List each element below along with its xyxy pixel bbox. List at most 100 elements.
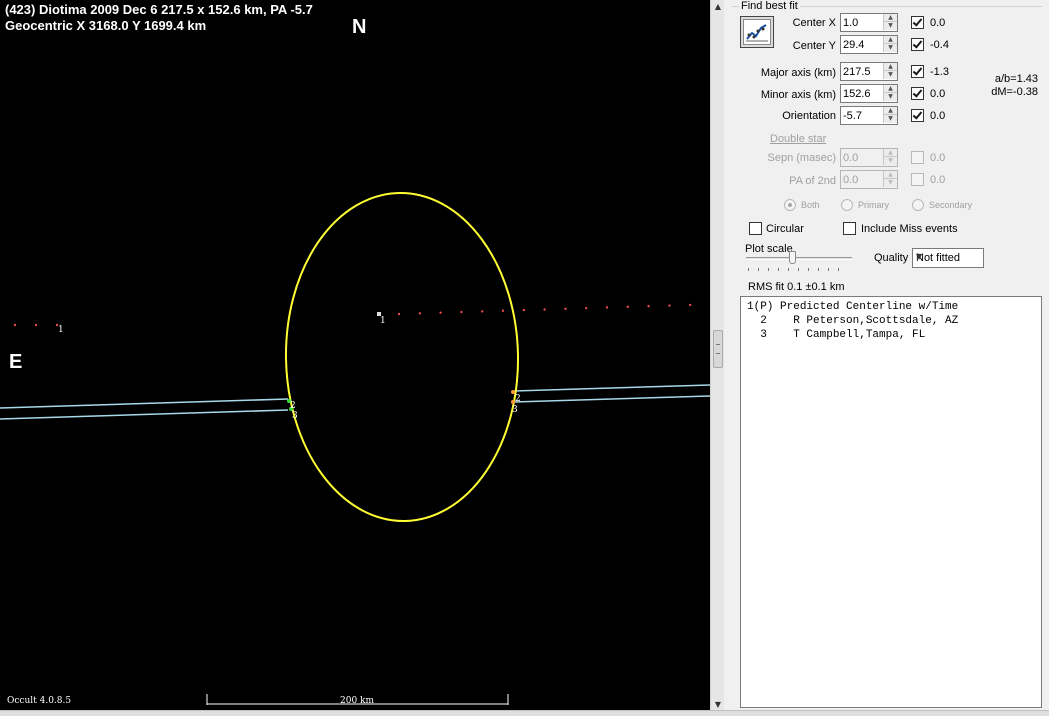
minor-axis-field[interactable]: ▲▼	[840, 84, 898, 103]
spin-down-icon[interactable]: ▼	[883, 115, 897, 123]
spin-down-icon[interactable]: ▼	[883, 93, 897, 101]
sepn-checkbox[interactable]	[911, 151, 924, 164]
orientation-label: Orientation	[782, 110, 836, 122]
status-bar	[0, 710, 1049, 716]
center-y-label: Center Y	[792, 40, 836, 52]
observer-name: R Peterson,Scottsdale, AZ	[793, 315, 959, 327]
spin-up-icon[interactable]: ▲	[883, 36, 897, 44]
quality-dropdown[interactable]: Not fitted ▼	[912, 248, 984, 268]
circular-checkbox[interactable]	[749, 222, 762, 235]
major-axis-delta: -1.3	[930, 66, 949, 78]
chord-2-left	[0, 398, 289, 409]
spin-up-icon[interactable]: ▲	[883, 171, 897, 179]
find-best-fit-title: Find best fit	[739, 0, 800, 12]
predicted-dot	[439, 311, 442, 314]
minor-axis-delta: 0.0	[930, 88, 946, 100]
list-item[interactable]: 3 T Campbell,Tampa, FL	[747, 328, 1035, 342]
center-x-input[interactable]	[842, 15, 882, 30]
radio-both[interactable]	[784, 199, 796, 211]
predicted-dot	[397, 312, 401, 316]
orientation-checkbox[interactable]	[911, 109, 924, 122]
center-y-input[interactable]	[842, 37, 882, 52]
predicted-dot	[522, 308, 525, 312]
spin-down-icon[interactable]: ▼	[883, 157, 897, 165]
plot-header-title: (423) Diotima 2009 Dec 6 217.5 x 152.6 k…	[5, 2, 313, 17]
major-axis-checkbox[interactable]	[911, 65, 924, 78]
observer-list[interactable]: 1(P) Predicted Centerline w/Time 2 R Pet…	[740, 296, 1042, 708]
orientation-field[interactable]: ▲▼	[840, 106, 898, 125]
observer-chords	[0, 384, 710, 420]
include-miss-checkbox[interactable]	[843, 222, 856, 235]
predicted-dot	[460, 310, 463, 314]
spin-down-icon[interactable]: ▼	[883, 179, 897, 187]
sepn-field[interactable]: ▲▼	[840, 148, 898, 167]
circular-label: Circular	[766, 223, 804, 235]
chord-label-2-left: 2	[290, 401, 296, 411]
delta-magnitude: dM=-0.38	[991, 86, 1038, 98]
center-x-checkbox[interactable]	[911, 16, 924, 29]
pa-2nd-label: PA of 2nd	[789, 175, 836, 187]
predicted-dot	[689, 303, 692, 307]
pa-2nd-field[interactable]: ▲▼	[840, 170, 898, 189]
major-axis-field[interactable]: ▲▼	[840, 62, 898, 81]
center-x-delta: 0.0	[930, 17, 946, 29]
plot-scale-track[interactable]	[746, 257, 852, 260]
pa-2nd-checkbox[interactable]	[911, 173, 924, 186]
plot-canvas	[0, 192, 710, 705]
spin-down-icon[interactable]: ▼	[883, 44, 897, 52]
plot-scale-slider[interactable]	[789, 251, 796, 264]
predicted-dot	[481, 310, 484, 313]
radio-secondary-label: Secondary	[929, 200, 973, 210]
major-axis-input[interactable]	[842, 64, 882, 79]
spin-up-icon[interactable]: ▲	[883, 149, 897, 157]
center-x-label: Center X	[792, 17, 836, 29]
observer-id: 2	[760, 315, 767, 327]
north-label: N	[352, 16, 367, 38]
spin-up-icon[interactable]: ▲	[883, 85, 897, 93]
predicted-dot	[585, 306, 588, 310]
center-y-checkbox[interactable]	[911, 38, 924, 51]
center-y-field[interactable]: ▲▼	[840, 35, 898, 54]
east-label: E	[9, 351, 23, 373]
pa-2nd-input[interactable]	[842, 172, 882, 187]
minor-axis-label: Minor axis (km)	[760, 89, 836, 101]
plot-header-geocentric: Geocentric X 3168.0 Y 1699.4 km	[5, 18, 207, 33]
radio-primary[interactable]	[841, 199, 853, 211]
radio-both-label: Both	[801, 200, 820, 210]
sepn-label: Sepn (masec)	[767, 152, 836, 164]
observer-name: T Campbell,Tampa, FL	[793, 329, 926, 341]
center-x-field[interactable]: ▲▼	[840, 13, 898, 32]
predicted-dot	[564, 307, 567, 310]
spin-down-icon[interactable]: ▼	[883, 22, 897, 30]
spin-down-icon[interactable]: ▼	[883, 71, 897, 79]
spin-up-icon[interactable]: ▲	[883, 107, 897, 115]
predicted-label-left: 1	[58, 325, 64, 335]
radio-secondary[interactable]	[912, 199, 924, 211]
sepn-delta: 0.0	[930, 152, 946, 164]
list-item[interactable]: 2 R Peterson,Scottsdale, AZ	[747, 314, 1035, 328]
predicted-dot	[501, 309, 505, 312]
sepn-input[interactable]	[842, 150, 882, 165]
predicted-label-center: 1	[380, 316, 386, 326]
spin-up-icon[interactable]: ▲	[883, 14, 897, 22]
predicted-centerline-dots	[13, 303, 692, 327]
predicted-dot	[543, 308, 546, 311]
minor-axis-checkbox[interactable]	[911, 87, 924, 100]
control-panel: Find best fit Center X ▲▼ 0.0 Center Y ▲…	[724, 0, 1049, 716]
orientation-delta: 0.0	[930, 110, 946, 122]
list-item[interactable]: 1(P) Predicted Centerline w/Time	[747, 300, 1035, 314]
quality-label: Quality	[874, 252, 909, 264]
scroll-thumb[interactable]	[713, 330, 723, 368]
predicted-dot	[668, 304, 671, 307]
chevron-down-icon: ▼	[916, 252, 923, 261]
minor-axis-input[interactable]	[842, 86, 882, 101]
spin-up-icon[interactable]: ▲	[883, 63, 897, 71]
scale-label: 200 km	[340, 696, 375, 706]
predicted-dot	[626, 305, 629, 309]
occultation-plot[interactable]: (423) Diotima 2009 Dec 6 217.5 x 152.6 k…	[0, 0, 710, 716]
orientation-input[interactable]	[842, 108, 882, 123]
scroll-up-icon[interactable]: ▲	[711, 0, 725, 14]
predicted-dot	[418, 312, 421, 315]
vertical-scrollbar[interactable]: ▲ ▼	[710, 0, 724, 716]
predicted-dot	[605, 306, 609, 309]
